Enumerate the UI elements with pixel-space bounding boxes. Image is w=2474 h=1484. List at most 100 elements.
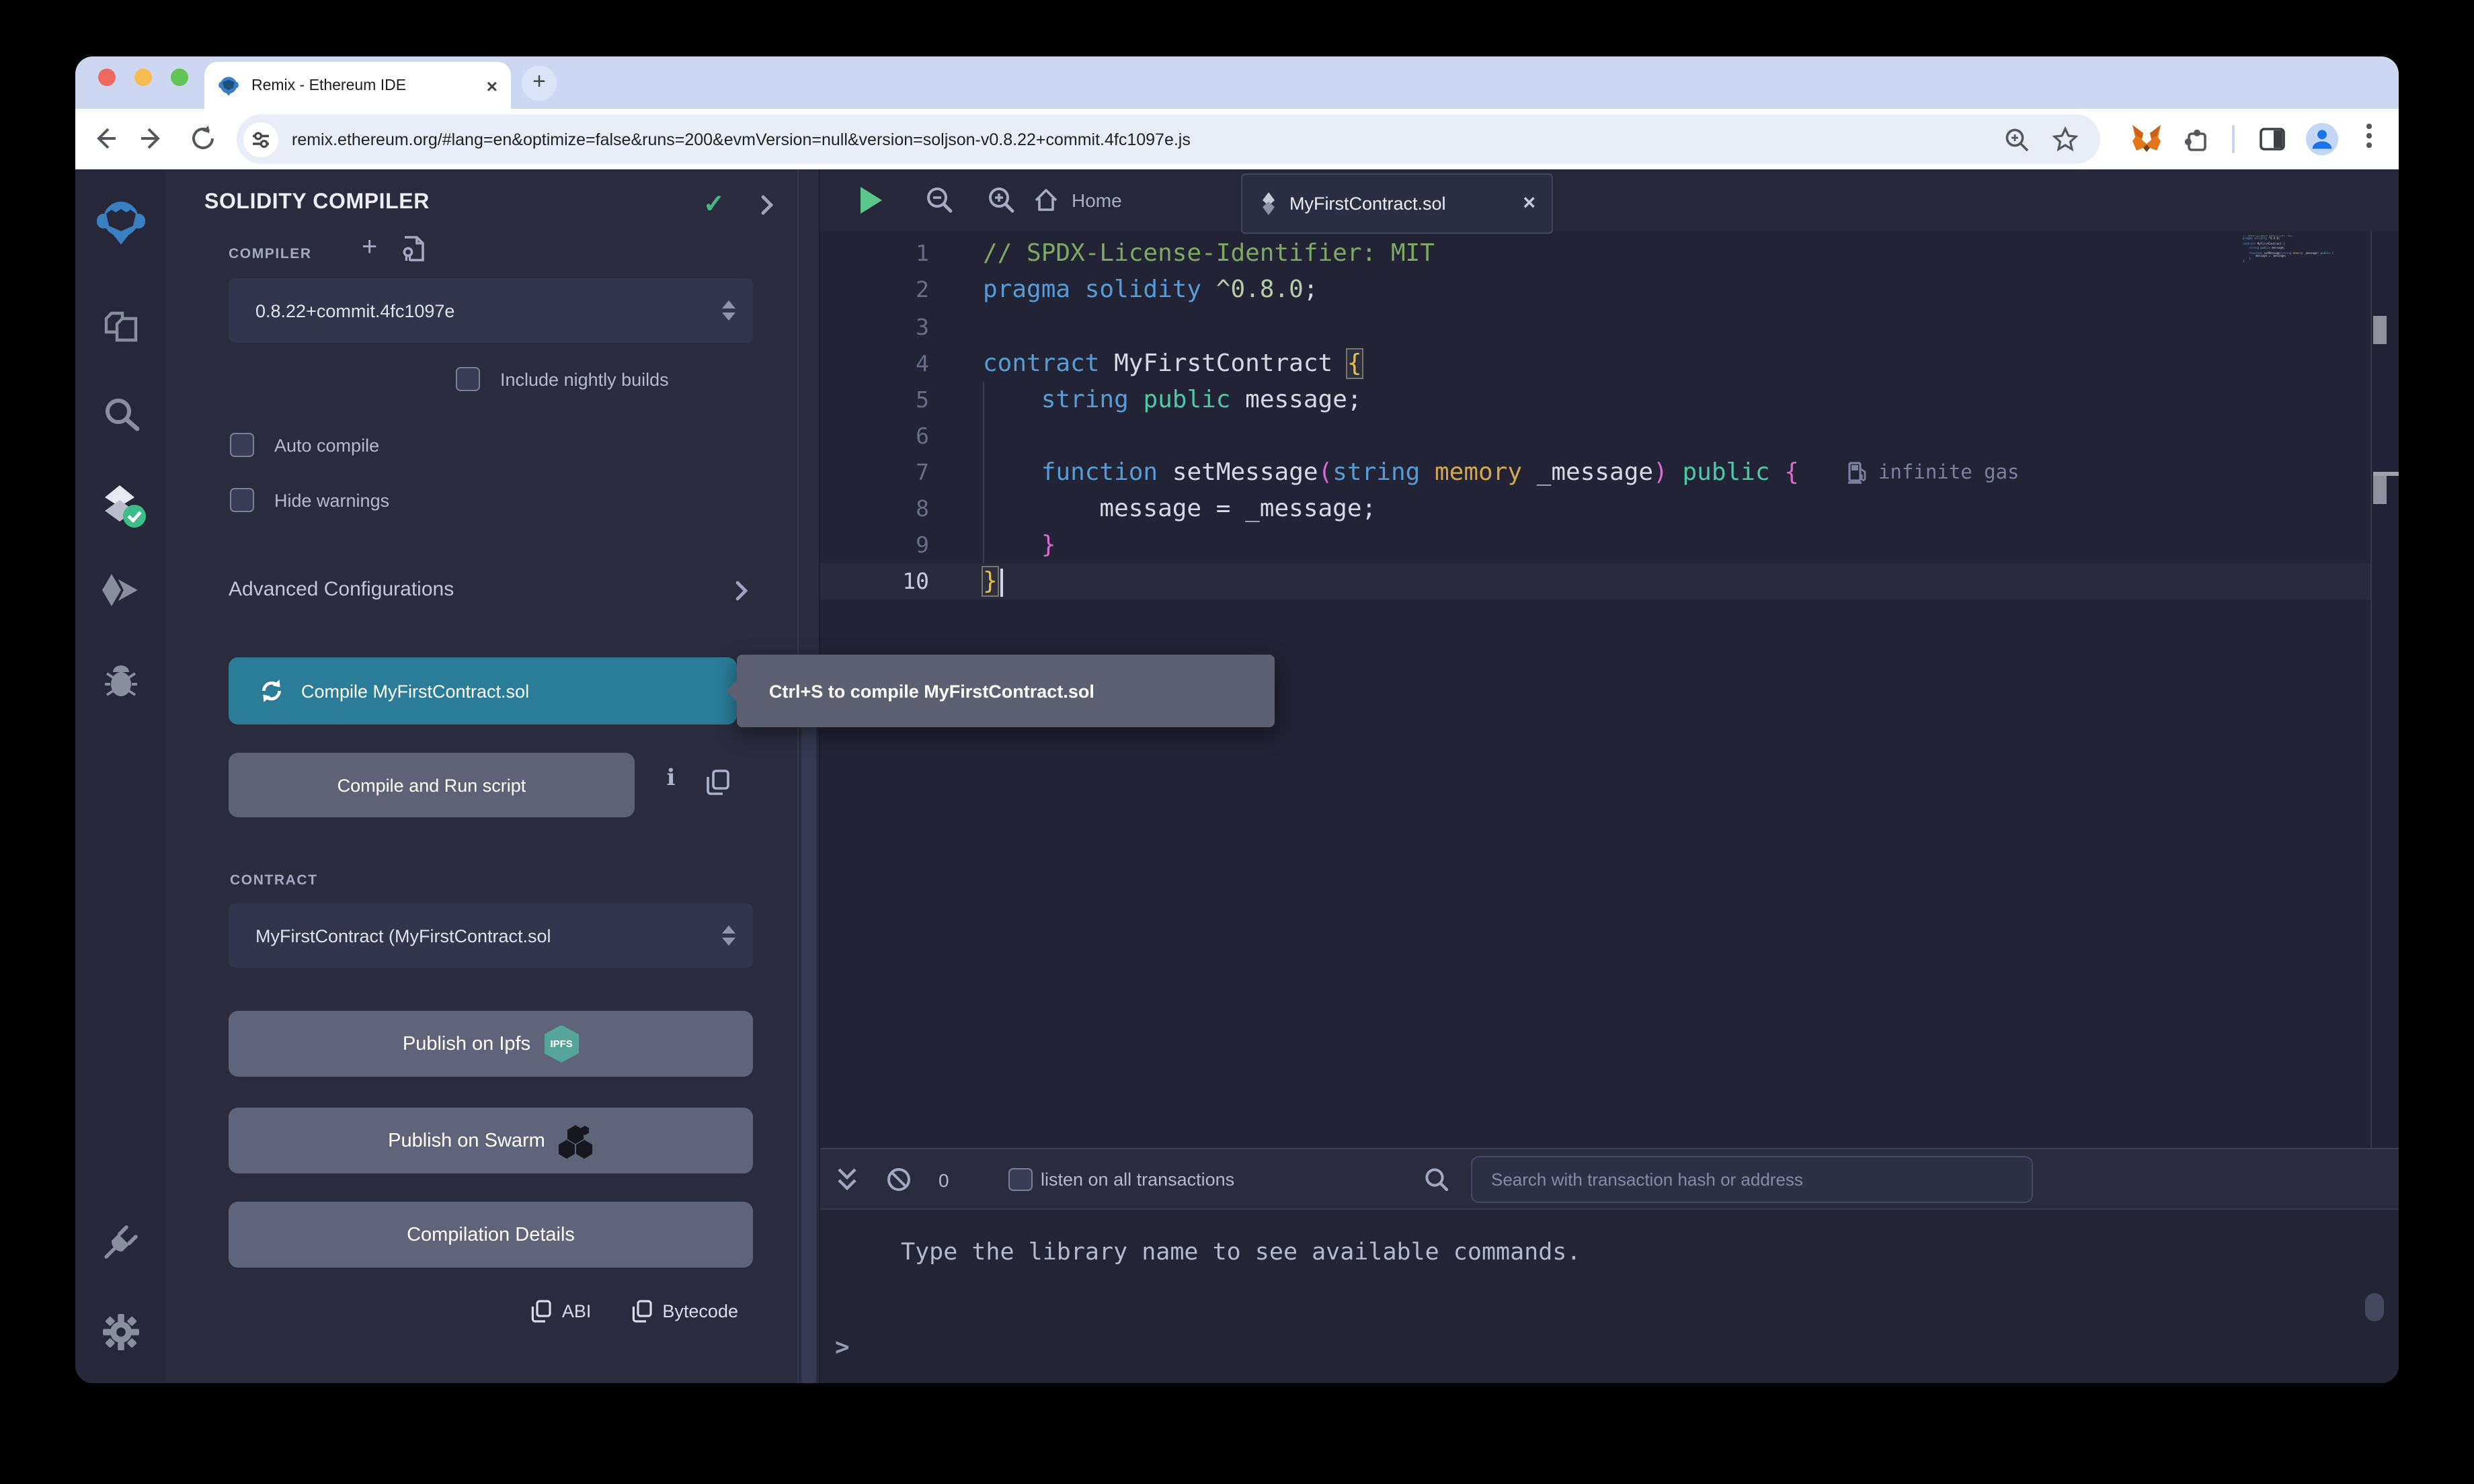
zoom-out-icon[interactable] [925,186,953,215]
code-line[interactable]: 2pragma solidity ^0.8.0; [820,272,2399,308]
hide-warnings-label[interactable]: Hide warnings [274,491,389,511]
tooltip-text: Ctrl+S to compile MyFirstContract.sol [769,681,1094,701]
code-line[interactable]: 9 } [820,527,2399,563]
back-icon[interactable] [90,124,120,153]
code-line[interactable]: 3 [820,308,2399,345]
metamask-extension-icon[interactable] [2130,122,2163,156]
add-compiler-icon[interactable]: + [362,233,377,263]
compile-and-run-button[interactable]: Compile and Run script [229,753,635,817]
clear-console-icon[interactable] [886,1167,912,1192]
line-number: 4 [820,345,929,381]
auto-compile-checkbox[interactable] [230,433,253,456]
tab-close-icon[interactable]: × [487,75,497,96]
run-script-play-icon[interactable] [861,187,882,214]
extensions-icon[interactable] [2181,122,2213,156]
bookmark-star-icon[interactable] [2052,126,2079,153]
file-tab-label: MyFirstContract.sol [1289,194,1446,214]
bytecode-label[interactable]: Bytecode [662,1301,738,1321]
browser-tab[interactable]: Remix - Ethereum IDE × [204,62,511,109]
minimap[interactable]: // SPDX-License-Identifier: MITpragma so… [2243,235,2342,267]
new-tab-button[interactable]: + [522,66,557,101]
close-window-button[interactable] [98,69,116,86]
publish-swarm-button[interactable]: Publish on Swarm [229,1108,753,1173]
panel-scrollbar-thumb[interactable] [801,657,816,1383]
scrollbar-mark[interactable] [2373,476,2387,504]
code-line[interactable]: 8 message = _message; [820,491,2399,527]
zoom-page-icon[interactable] [2003,126,2030,153]
debugger-icon[interactable] [100,661,141,702]
compile-success-check-icon: ✓ [703,190,725,220]
solidity-file-icon [1260,191,1277,216]
line-number: 9 [820,527,929,563]
profile-avatar[interactable] [2305,122,2340,156]
code-line[interactable]: 1// SPDX-License-Identifier: MIT [820,236,2399,272]
contract-select[interactable]: MyFirstContract (MyFirstContract.sol [229,903,753,968]
solidity-compiler-icon[interactable] [95,479,146,530]
forward-icon[interactable] [137,124,167,153]
include-nightly-label[interactable]: Include nightly builds [500,370,669,390]
copy-abi-icon[interactable] [531,1300,551,1323]
close-file-tab-icon[interactable]: × [1523,192,1535,216]
site-settings-icon[interactable] [243,122,278,157]
home-tab-label: Home [1072,190,1122,211]
terminal-output[interactable]: Type the library name to see available c… [820,1210,2399,1383]
compilation-details-button[interactable]: Compilation Details [229,1202,753,1268]
compiler-version-select[interactable]: 0.8.22+commit.4fc1097e [229,278,753,343]
terminal-search-input[interactable] [1471,1156,2033,1203]
url-text[interactable]: remix.ethereum.org/#lang=en&optimize=fal… [292,130,2003,149]
settings-gear-icon[interactable] [100,1312,141,1352]
code-line[interactable]: 4contract MyFirstContract { [820,345,2399,381]
info-icon[interactable]: i [660,765,682,792]
plugin-manager-icon[interactable] [100,1222,141,1262]
terminal-prompt: > [835,1333,850,1362]
browser-window: Remix - Ethereum IDE × + [75,56,2399,1383]
contract-section-label: CONTRACT [230,872,318,889]
code-line[interactable]: 5 string public message; [820,382,2399,418]
compile-tooltip: Ctrl+S to compile MyFirstContract.sol [737,655,1275,727]
reload-icon[interactable] [188,124,218,153]
hide-warnings-checkbox[interactable] [230,488,253,511]
fullscreen-window-button[interactable] [171,69,188,86]
window-controls[interactable] [98,69,188,86]
zoom-in-icon[interactable] [987,186,1015,215]
gas-annotation-label: infinite gas [1878,462,2020,483]
browser-menu-icon[interactable] [2364,124,2375,148]
code-line[interactable]: 7 function setMessage(string memory _mes… [820,454,2399,491]
include-nightly-checkbox[interactable] [456,367,479,390]
minimize-window-button[interactable] [134,69,152,86]
side-panel-icon[interactable] [2256,122,2288,156]
license-icon[interactable] [402,235,425,262]
listen-transactions-label[interactable]: listen on all transactions [1041,1149,1234,1211]
code-lines[interactable]: 1// SPDX-License-Identifier: MIT2pragma … [820,231,2399,600]
compile-button-label: Compile MyFirstContract.sol [301,681,529,701]
tab-home[interactable]: Home [1033,169,1122,231]
home-icon [1033,187,1060,214]
terminal-scrollbar-thumb[interactable] [2365,1293,2384,1321]
file-explorer-icon[interactable] [100,308,141,348]
tab-file-active[interactable]: MyFirstContract.sol × [1241,173,1553,234]
publish-ipfs-button[interactable]: Publish on Ipfs IPFS [229,1011,753,1077]
tooltip-arrow [726,680,737,702]
scrollbar-mark[interactable] [2373,316,2387,344]
panel-scrollbar[interactable] [797,169,820,1383]
auto-compile-label[interactable]: Auto compile [274,436,379,456]
compile-and-run-label: Compile and Run script [337,775,526,795]
indent-guide [983,382,984,563]
copy-script-icon[interactable] [706,769,730,796]
deploy-and-run-icon[interactable] [99,571,142,612]
code-line[interactable]: } [2243,261,2342,264]
advanced-chevron-icon[interactable] [735,581,748,601]
advanced-configurations-label[interactable]: Advanced Configurations [229,578,454,601]
abi-label[interactable]: ABI [562,1301,592,1321]
collapse-terminal-icon[interactable] [836,1167,858,1192]
listen-transactions-checkbox[interactable] [1008,1167,1032,1191]
copy-bytecode-icon[interactable] [631,1300,651,1323]
url-bar[interactable]: remix.ethereum.org/#lang=en&optimize=fal… [237,114,2100,164]
editor-column: Home MyFirstContract.sol × 1// SPDX-Lice… [820,169,2399,1383]
panel-chevron-right-icon[interactable] [761,195,773,215]
code-line[interactable]: 10} [820,563,2399,600]
solidity-compiler-panel: SOLIDITY COMPILER ✓ COMPILER + 0.8.22+co… [165,169,797,1383]
search-icon[interactable] [100,395,141,436]
code-line[interactable]: 6 [820,418,2399,454]
compile-button[interactable]: Compile MyFirstContract.sol [229,657,737,725]
